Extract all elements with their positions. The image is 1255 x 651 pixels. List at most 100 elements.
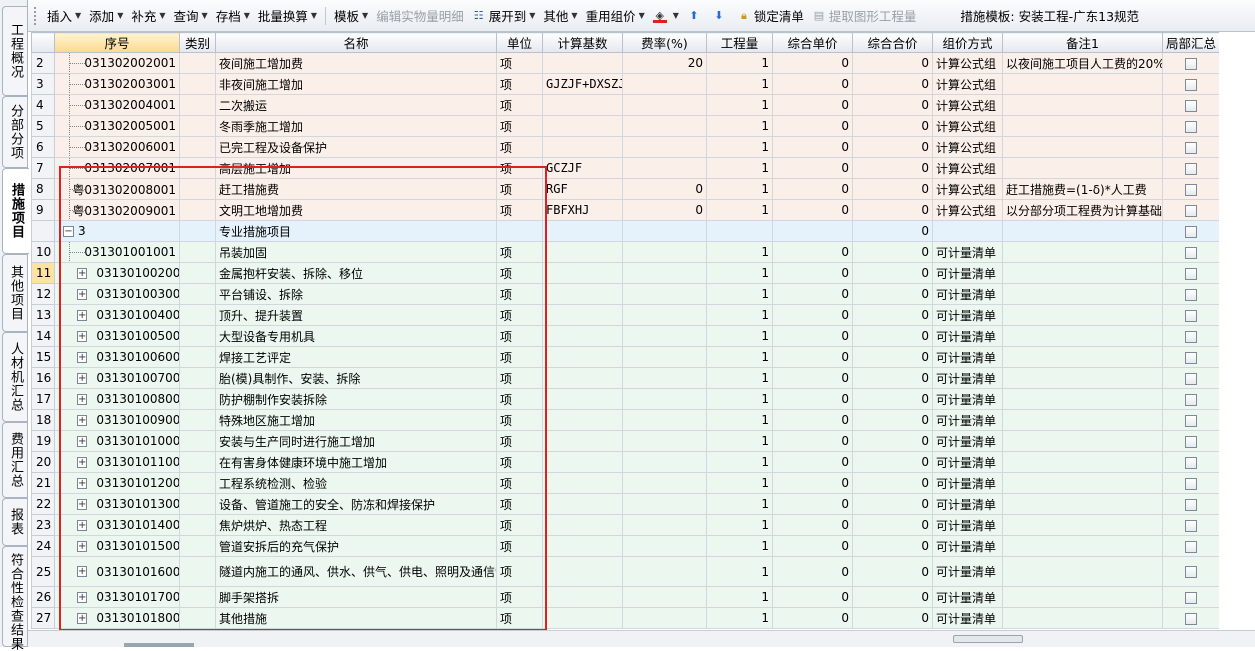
partial-summary-checkbox[interactable] xyxy=(1185,57,1197,70)
note-cell[interactable] xyxy=(1002,283,1163,305)
row-number[interactable]: 16 xyxy=(31,367,55,389)
col-header-name[interactable]: 名称 xyxy=(215,32,497,53)
calc-base-cell[interactable] xyxy=(542,136,623,158)
category-cell[interactable] xyxy=(179,199,216,221)
query-button[interactable]: 查询 ▼ xyxy=(170,5,212,27)
partial-summary-checkbox[interactable] xyxy=(1185,498,1197,511)
unit-cell[interactable]: 项 xyxy=(496,178,543,200)
calc-base-cell[interactable]: GCZJF xyxy=(542,157,623,179)
tab-reports[interactable]: 报表 xyxy=(2,498,27,546)
note-cell[interactable] xyxy=(1002,304,1163,326)
partial-summary-checkbox[interactable] xyxy=(1185,288,1197,301)
name-cell[interactable]: 隧道内施工的通风、供水、供气、供电、照明及通信设施 xyxy=(215,556,497,587)
unit-price-cell[interactable]: 0 xyxy=(772,283,853,305)
unit-cell[interactable]: 项 xyxy=(496,409,543,431)
note-cell[interactable] xyxy=(1002,472,1163,494)
partial-summary-checkbox[interactable] xyxy=(1185,591,1197,604)
collapse-icon[interactable]: − xyxy=(63,225,74,237)
tab-other-items[interactable]: 其他项目 xyxy=(2,254,27,332)
category-cell[interactable] xyxy=(179,262,216,284)
total-price-cell[interactable]: 0 xyxy=(852,325,933,347)
partial-summary-checkbox[interactable] xyxy=(1185,78,1197,91)
pricing-method-cell[interactable]: 可计量清单 xyxy=(932,346,1003,368)
rate-cell[interactable] xyxy=(622,472,707,494)
name-cell[interactable]: 焦炉烘炉、热态工程 xyxy=(215,514,497,536)
table-row[interactable]: 12 +031301003001 平台铺设、拆除项 1 0 0 可计量清单 xyxy=(31,283,1220,305)
partial-summary-cell[interactable] xyxy=(1162,556,1220,587)
unit-cell[interactable]: 项 xyxy=(496,73,543,95)
batch-convert-button[interactable]: 批量换算 ▼ xyxy=(254,5,321,27)
unit-price-cell[interactable]: 0 xyxy=(772,493,853,515)
partial-summary-checkbox[interactable] xyxy=(1185,393,1197,406)
calc-base-cell[interactable]: GJZJF+DXSZJF xyxy=(542,73,623,95)
pricing-method-cell[interactable]: 可计量清单 xyxy=(932,367,1003,389)
partial-summary-checkbox[interactable] xyxy=(1185,225,1197,238)
seq-cell[interactable]: +031301007001 xyxy=(54,367,180,389)
unit-cell[interactable]: 项 xyxy=(496,556,543,587)
total-price-cell[interactable]: 0 xyxy=(852,409,933,431)
total-price-cell[interactable]: 0 xyxy=(852,283,933,305)
name-cell[interactable]: 其他措施 xyxy=(215,607,497,629)
category-cell[interactable] xyxy=(179,472,216,494)
template-button[interactable]: 模板 ▼ xyxy=(330,5,372,27)
pricing-method-cell[interactable]: 可计量清单 xyxy=(932,262,1003,284)
rate-cell[interactable] xyxy=(622,535,707,557)
name-cell[interactable]: 在有害身体健康环境中施工增加 xyxy=(215,451,497,473)
total-price-cell[interactable]: 0 xyxy=(852,556,933,587)
table-row[interactable]: 16 +031301007001 胎(模)具制作、安装、拆除项 1 0 0 可计量清单 xyxy=(31,367,1220,389)
table-row[interactable]: 14 +031301005001 大型设备专用机具项 1 0 0 可计量清单 xyxy=(31,325,1220,347)
note-cell[interactable] xyxy=(1002,157,1163,179)
partial-summary-checkbox[interactable] xyxy=(1185,612,1197,625)
seq-cell[interactable]: +031301010001 xyxy=(54,430,180,452)
pricing-method-cell[interactable]: 计算公式组 xyxy=(932,52,1003,74)
name-cell[interactable]: 胎(模)具制作、安装、拆除 xyxy=(215,367,497,389)
expand-icon[interactable]: + xyxy=(77,393,88,405)
unit-cell[interactable]: 项 xyxy=(496,241,543,263)
partial-summary-cell[interactable] xyxy=(1162,493,1220,515)
calc-base-cell[interactable] xyxy=(542,556,623,587)
name-cell[interactable]: 焊接工艺评定 xyxy=(215,346,497,368)
calc-base-cell[interactable] xyxy=(542,94,623,116)
tab-labor-material-summary[interactable]: 人材机汇总 xyxy=(2,332,27,422)
unit-cell[interactable]: 项 xyxy=(496,199,543,221)
seq-cell[interactable]: +031301005001 xyxy=(54,325,180,347)
unit-cell[interactable]: 项 xyxy=(496,514,543,536)
table-row[interactable]: 26 +031301017001 脚手架搭拆项 1 0 0 可计量清单 xyxy=(31,586,1220,608)
insert-button[interactable]: 插入 ▼ xyxy=(43,5,85,27)
total-price-cell[interactable]: 0 xyxy=(852,178,933,200)
rate-cell[interactable] xyxy=(622,241,707,263)
total-price-cell[interactable]: 0 xyxy=(852,241,933,263)
unit-cell[interactable]: 项 xyxy=(496,136,543,158)
unit-cell[interactable]: 项 xyxy=(496,157,543,179)
partial-summary-cell[interactable] xyxy=(1162,451,1220,473)
name-cell[interactable]: 吊装加固 xyxy=(215,241,497,263)
category-cell[interactable] xyxy=(179,556,216,587)
category-cell[interactable] xyxy=(179,409,216,431)
calc-base-cell[interactable] xyxy=(542,52,623,74)
name-cell[interactable]: 安装与生产同时进行施工增加 xyxy=(215,430,497,452)
total-price-cell[interactable]: 0 xyxy=(852,388,933,410)
table-row[interactable]: 3031302003001非夜间施工增加项GJZJF+DXSZJF100计算公式… xyxy=(31,73,1220,95)
tab-cost-summary[interactable]: 费用汇总 xyxy=(2,422,27,498)
pricing-method-cell[interactable] xyxy=(932,220,1003,242)
row-number[interactable]: 4 xyxy=(31,94,55,116)
pricing-method-cell[interactable]: 可计量清单 xyxy=(932,514,1003,536)
col-header-unit-price[interactable]: 综合单价 xyxy=(772,32,853,53)
category-cell[interactable] xyxy=(179,178,216,200)
unit-price-cell[interactable]: 0 xyxy=(772,514,853,536)
pricing-method-cell[interactable]: 可计量清单 xyxy=(932,607,1003,629)
table-row[interactable]: 6 031302006001 已完工程及设备保护项 1 0 0 计算公式组 xyxy=(31,136,1220,158)
quantity-cell[interactable]: 1 xyxy=(706,451,773,473)
partial-summary-cell[interactable] xyxy=(1162,157,1220,179)
unit-price-cell[interactable]: 0 xyxy=(772,346,853,368)
name-cell[interactable]: 冬雨季施工增加 xyxy=(215,115,497,137)
name-cell[interactable]: 文明工地增加费 xyxy=(215,199,497,221)
row-number[interactable]: 17 xyxy=(31,388,55,410)
quantity-cell[interactable]: 1 xyxy=(706,199,773,221)
row-number[interactable]: 5 xyxy=(31,115,55,137)
partial-summary-cell[interactable] xyxy=(1162,304,1220,326)
seq-cell[interactable]: 031302006001 xyxy=(54,136,180,158)
unit-cell[interactable]: 项 xyxy=(496,535,543,557)
total-price-cell[interactable]: 0 xyxy=(852,367,933,389)
unit-price-cell[interactable]: 0 xyxy=(772,157,853,179)
